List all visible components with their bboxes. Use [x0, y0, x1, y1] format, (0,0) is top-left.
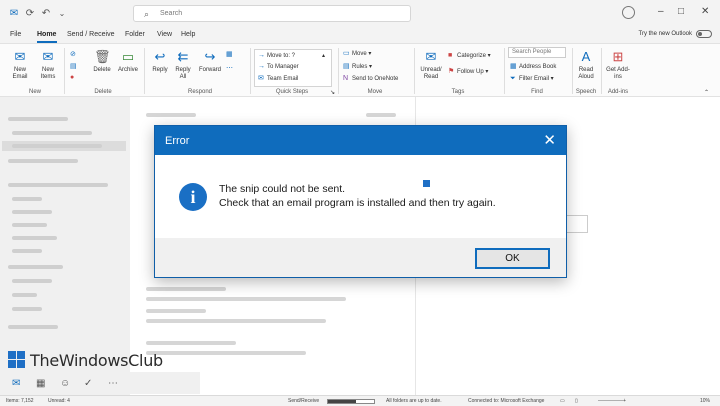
dialog-footer: OK: [155, 238, 566, 277]
error-message-line2: Check that an email program is installed…: [219, 197, 496, 209]
ok-button[interactable]: OK: [475, 248, 550, 269]
info-icon: i: [179, 183, 207, 211]
error-message-line1: The snip could not be sent.: [219, 183, 346, 195]
inner-watermark-logo-icon: [423, 180, 430, 187]
dialog-close-icon[interactable]: ✕: [543, 131, 556, 149]
dialog-body: i The snip could not be sent. Check that…: [155, 155, 566, 238]
error-dialog: Error ✕ i The snip could not be sent. Ch…: [154, 125, 567, 278]
modal-overlay: Error ✕ i The snip could not be sent. Ch…: [0, 0, 720, 406]
dialog-title-bar: Error ✕: [155, 126, 566, 155]
dialog-title: Error: [165, 135, 190, 147]
